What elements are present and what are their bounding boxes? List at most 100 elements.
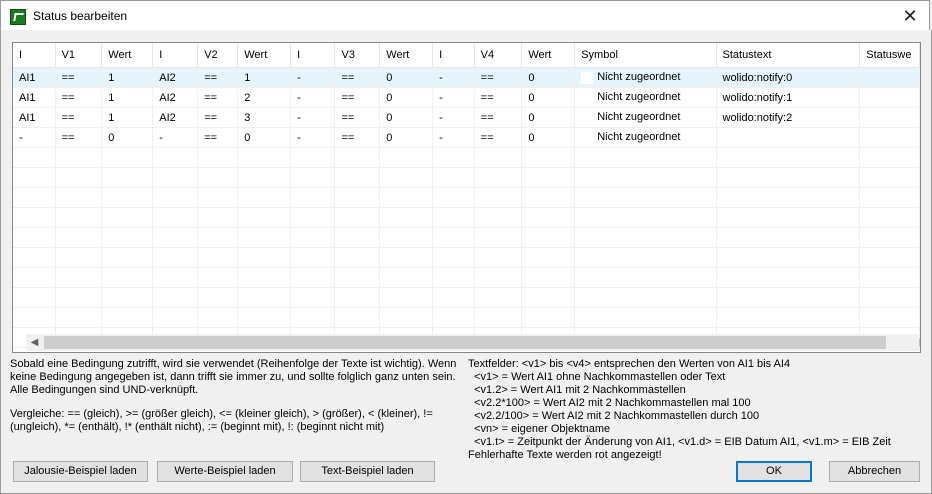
table-cell[interactable]: AI1: [13, 87, 56, 108]
table-cell[interactable]: [716, 127, 861, 148]
table-cell[interactable]: [197, 307, 239, 328]
empty-row[interactable]: [13, 167, 920, 188]
table-cell[interactable]: [379, 287, 434, 308]
column-header[interactable]: Wert: [101, 43, 154, 68]
table-cell[interactable]: [432, 207, 475, 228]
empty-row[interactable]: [13, 287, 920, 308]
table-cell[interactable]: [13, 247, 56, 268]
table-cell[interactable]: wolido:notify:0: [716, 67, 861, 88]
table-cell[interactable]: [379, 267, 434, 288]
table-cell[interactable]: [334, 287, 381, 308]
table-cell[interactable]: [474, 267, 523, 288]
table-cell[interactable]: [716, 147, 861, 168]
column-header[interactable]: I: [290, 43, 336, 68]
table-cell[interactable]: ==: [197, 107, 239, 128]
table-cell[interactable]: [859, 207, 920, 228]
table-cell[interactable]: ==: [474, 67, 523, 88]
table-cell[interactable]: -: [152, 127, 199, 148]
table-cell[interactable]: [859, 267, 920, 288]
table-cell[interactable]: [55, 187, 103, 208]
table-cell[interactable]: [716, 207, 861, 228]
table-cell[interactable]: ==: [55, 107, 103, 128]
column-header[interactable]: V2: [197, 43, 239, 68]
table-cell[interactable]: [101, 167, 154, 188]
table-cell[interactable]: [197, 147, 239, 168]
table-cell[interactable]: [379, 207, 434, 228]
table-cell[interactable]: [859, 107, 920, 128]
table-cell[interactable]: [197, 247, 239, 268]
scroll-thumb[interactable]: [44, 336, 886, 349]
table-cell[interactable]: [237, 207, 292, 228]
table-cell[interactable]: [859, 187, 920, 208]
table-cell[interactable]: -: [432, 107, 475, 128]
table-cell[interactable]: [334, 167, 381, 188]
table-cell[interactable]: 1: [101, 87, 154, 108]
table-cell[interactable]: wolido:notify:1: [716, 87, 861, 108]
table-cell[interactable]: [716, 187, 861, 208]
table-cell[interactable]: [55, 247, 103, 268]
table-cell[interactable]: [521, 287, 576, 308]
table-cell[interactable]: [474, 227, 523, 248]
ok-button[interactable]: OK: [736, 461, 812, 482]
table-cell[interactable]: [432, 147, 475, 168]
table-cell[interactable]: [379, 147, 434, 168]
table-cell[interactable]: [55, 267, 103, 288]
table-cell[interactable]: 0: [379, 107, 434, 128]
column-header[interactable]: Wert: [379, 43, 434, 68]
table-cell[interactable]: [334, 207, 381, 228]
table-cell[interactable]: [574, 147, 717, 168]
table-cell[interactable]: [574, 307, 717, 328]
table-cell[interactable]: [101, 227, 154, 248]
table-cell[interactable]: AI1: [13, 67, 56, 88]
table-cell[interactable]: [574, 267, 717, 288]
table-cell[interactable]: [379, 227, 434, 248]
table-cell[interactable]: -: [290, 107, 336, 128]
table-cell[interactable]: [859, 167, 920, 188]
table-row[interactable]: AI1 == 1 AI2 == 2- == 0- == 0 Nicht zugeordnet woli…: [13, 87, 920, 108]
table-cell[interactable]: ==: [474, 87, 523, 108]
table-cell[interactable]: [521, 187, 576, 208]
table-cell[interactable]: [290, 287, 336, 308]
table-cell[interactable]: ==: [197, 67, 239, 88]
table-cell[interactable]: -: [13, 127, 56, 148]
table-cell[interactable]: [334, 227, 381, 248]
empty-row[interactable]: [13, 187, 920, 208]
table-row[interactable]: - == 0- == 0- == 0- == 0 Nicht zugeordnet: [13, 127, 920, 148]
table-cell[interactable]: [13, 267, 56, 288]
table-cell[interactable]: [859, 307, 920, 328]
table-cell[interactable]: 1: [101, 67, 154, 88]
table-cell[interactable]: Nicht zugeordnet: [574, 67, 717, 88]
table-cell[interactable]: [55, 227, 103, 248]
table-cell[interactable]: [474, 147, 523, 168]
table-cell[interactable]: [334, 247, 381, 268]
table-cell[interactable]: [290, 167, 336, 188]
table-cell[interactable]: [13, 227, 56, 248]
jalousie-example-button[interactable]: Jalousie-Beispiel laden: [13, 461, 148, 482]
table-cell[interactable]: [290, 227, 336, 248]
table-cell[interactable]: [521, 147, 576, 168]
table-cell[interactable]: [237, 307, 292, 328]
table-cell[interactable]: [55, 147, 103, 168]
table-cell[interactable]: [859, 287, 920, 308]
table-cell[interactable]: [13, 207, 56, 228]
table-cell[interactable]: AI2: [152, 107, 199, 128]
table-cell[interactable]: [474, 207, 523, 228]
table-cell[interactable]: -: [290, 127, 336, 148]
table-cell[interactable]: [290, 307, 336, 328]
table-cell[interactable]: [334, 187, 381, 208]
table-cell[interactable]: ==: [197, 127, 239, 148]
table-cell[interactable]: [101, 247, 154, 268]
column-header[interactable]: I: [13, 43, 56, 68]
table-cell[interactable]: [334, 307, 381, 328]
table-cell[interactable]: AI1: [13, 107, 56, 128]
table-cell[interactable]: 0: [379, 127, 434, 148]
table-cell[interactable]: [101, 187, 154, 208]
column-header[interactable]: V1: [55, 43, 103, 68]
table-cell[interactable]: [101, 207, 154, 228]
column-header[interactable]: Statustext: [716, 43, 861, 68]
table-cell[interactable]: Nicht zugeordnet: [574, 87, 717, 108]
empty-row[interactable]: [13, 227, 920, 248]
table-cell[interactable]: AI2: [152, 87, 199, 108]
table-cell[interactable]: [13, 167, 56, 188]
table-cell[interactable]: ==: [197, 87, 239, 108]
